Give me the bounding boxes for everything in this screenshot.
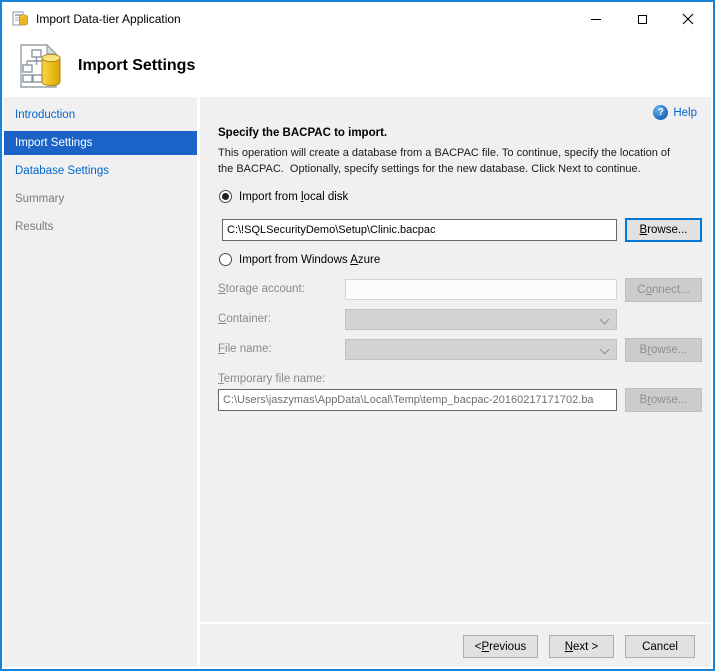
- help-label: Help: [673, 107, 697, 119]
- local-disk-radio-label: Import from local disk: [239, 191, 348, 203]
- previous-button[interactable]: < Previous: [463, 635, 538, 658]
- import-data-tier-application-window: Import Data-tier Application: [0, 0, 715, 671]
- window-title: Import Data-tier Application: [36, 12, 181, 26]
- radio-unselected-icon: [219, 253, 232, 266]
- section-description-line2: the BACPAC. Optionally, specify settings…: [218, 163, 641, 175]
- import-from-windows-azure-radio[interactable]: Import from Windows Azure: [219, 253, 380, 266]
- container-label: Container:: [218, 313, 271, 325]
- help-link[interactable]: ? Help: [653, 105, 697, 120]
- connect-button: Connect...: [625, 278, 702, 302]
- chevron-down-icon: [600, 315, 610, 325]
- browse-file-button: Browse...: [625, 338, 702, 362]
- import-from-local-disk-radio[interactable]: Import from local disk: [219, 190, 348, 203]
- app-icon: [12, 11, 29, 28]
- file-name-select: [345, 339, 617, 360]
- browse-local-button[interactable]: Browse...: [625, 218, 702, 242]
- storage-account-input: [345, 279, 617, 300]
- file-name-label: File name:: [218, 343, 272, 355]
- radio-selected-icon: [219, 190, 232, 203]
- maximize-icon: [638, 15, 647, 24]
- close-button[interactable]: [665, 4, 711, 34]
- sidebar-item-introduction[interactable]: Introduction: [4, 103, 197, 127]
- maximize-button[interactable]: [619, 4, 665, 34]
- close-icon: [682, 13, 694, 25]
- wizard-header: Import Settings: [4, 34, 711, 97]
- section-description-line1: This operation will create a database fr…: [218, 147, 670, 159]
- container-select: [345, 309, 617, 330]
- chevron-down-icon: [600, 345, 610, 355]
- browse-temporary-button: Browse...: [625, 388, 702, 412]
- next-button[interactable]: Next >: [549, 635, 614, 658]
- import-settings-icon: [16, 42, 64, 90]
- temporary-file-name-input[interactable]: [218, 389, 617, 411]
- sidebar-item-import-settings[interactable]: Import Settings: [4, 131, 197, 155]
- minimize-icon: [591, 19, 601, 20]
- help-icon: ?: [653, 105, 668, 120]
- sidebar-item-database-settings[interactable]: Database Settings: [4, 159, 197, 183]
- wizard-navigation: < Previous Next > Cancel: [463, 635, 695, 658]
- import-settings-panel: ? Help Specify the BACPAC to import. Thi…: [200, 97, 711, 667]
- window-controls: [573, 4, 711, 34]
- section-heading: Specify the BACPAC to import.: [218, 127, 387, 139]
- bacpac-path-input[interactable]: [222, 219, 617, 241]
- storage-account-label: Storage account:: [218, 283, 305, 295]
- wizard-steps-sidebar: Introduction Import Settings Database Se…: [4, 97, 197, 667]
- cancel-button[interactable]: Cancel: [625, 635, 695, 658]
- temporary-file-name-label: Temporary file name:: [218, 373, 325, 385]
- page-title: Import Settings: [78, 57, 195, 75]
- azure-radio-label: Import from Windows Azure: [239, 254, 380, 266]
- sidebar-item-summary: Summary: [4, 187, 197, 211]
- minimize-button[interactable]: [573, 4, 619, 34]
- sidebar-item-results: Results: [4, 215, 197, 239]
- title-bar: Import Data-tier Application: [4, 4, 711, 34]
- wizard-body: Introduction Import Settings Database Se…: [4, 97, 711, 667]
- footer-divider: [200, 622, 711, 624]
